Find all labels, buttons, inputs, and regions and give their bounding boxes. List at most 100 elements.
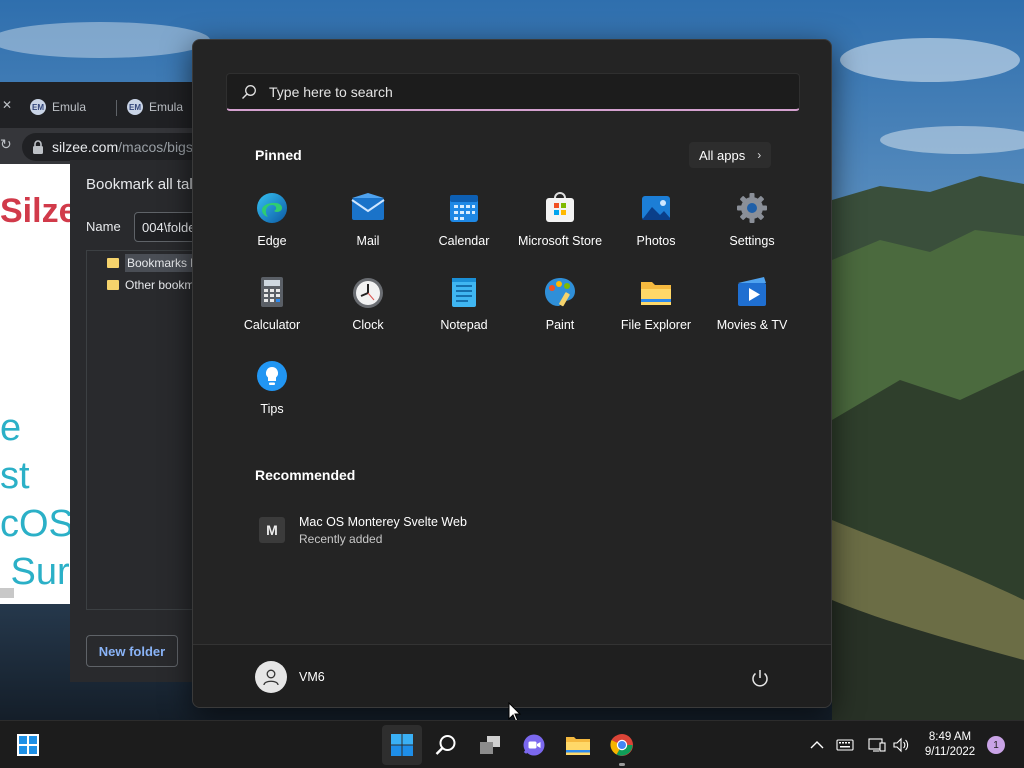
running-indicator — [619, 763, 625, 766]
address-path: /macos/bigs — [118, 139, 193, 155]
all-apps-button[interactable]: All apps › — [689, 142, 772, 168]
tab-title: Emula — [52, 100, 87, 114]
browser-tabstrip: ✕ EM Emula EM Emula — [0, 82, 200, 128]
pinned-app-calculator[interactable]: Calculator — [224, 268, 320, 344]
taskbar-task-view-button[interactable] — [470, 725, 510, 765]
bookmark-all-tabs-dialog: Bookmark all tal Name 004\folde Bookmark… — [70, 160, 216, 682]
start-search-box[interactable] — [226, 73, 800, 111]
app-label: Microsoft Store — [517, 234, 603, 248]
teams-chat-icon — [523, 734, 545, 756]
user-icon — [263, 669, 279, 686]
pinned-app-notepad[interactable]: Notepad — [416, 268, 512, 344]
lock-icon — [33, 140, 43, 154]
browser-tab[interactable]: EM Emula — [127, 96, 183, 118]
pinned-app-file-explorer[interactable]: File Explorer — [608, 268, 704, 344]
windows-logo-icon — [17, 734, 39, 756]
clock-icon — [353, 278, 383, 308]
keyboard-icon — [836, 739, 854, 751]
tips-icon — [257, 361, 287, 391]
pinned-app-tips[interactable]: Tips — [224, 352, 320, 428]
recommended-item-icon: M — [259, 517, 285, 543]
notification-badge[interactable]: 1 — [987, 736, 1005, 754]
pinned-app-microsoft-store[interactable]: Microsoft Store — [512, 184, 608, 260]
taskbar-chat-button[interactable] — [514, 725, 554, 765]
tab-favicon-icon: EM — [127, 99, 143, 115]
pinned-app-clock[interactable]: Clock — [320, 268, 416, 344]
movies-tv-icon — [738, 277, 766, 306]
dialog-title: Bookmark all tal — [86, 176, 193, 193]
taskbar-chrome-button[interactable] — [602, 725, 642, 765]
network-button[interactable] — [867, 735, 887, 755]
app-label: File Explorer — [620, 318, 692, 332]
pinned-app-photos[interactable]: Photos — [608, 184, 704, 260]
horizontal-scrollbar[interactable] — [0, 588, 14, 598]
chrome-icon — [610, 734, 633, 756]
notepad-icon — [452, 278, 476, 307]
taskbar-clock[interactable]: 8:49 AM 9/11/2022 — [918, 730, 982, 760]
chevron-right-icon: › — [757, 148, 762, 162]
pinned-app-paint[interactable]: Paint — [512, 268, 608, 344]
app-label: Clock — [352, 318, 384, 332]
search-input[interactable] — [269, 83, 749, 100]
taskbar-file-explorer-button[interactable] — [558, 725, 598, 765]
app-label: Photos — [636, 234, 676, 248]
avatar — [255, 661, 287, 693]
recommended-item[interactable]: M Mac OS Monterey Svelte Web Recently ad… — [247, 510, 507, 550]
address-bar[interactable]: silzee.com/macos/bigs — [22, 133, 212, 161]
chevron-up-icon — [810, 741, 824, 749]
folder-icon — [107, 280, 119, 290]
mail-icon — [351, 193, 385, 220]
folder-item-other-bookmarks[interactable]: Other bookm — [107, 275, 194, 295]
photos-icon — [642, 196, 670, 220]
app-label: Mail — [356, 234, 380, 248]
browser-tab[interactable]: EM Emula — [30, 96, 86, 118]
tab-favicon-icon: EM — [30, 99, 46, 115]
folder-item-bookmarks-bar[interactable]: Bookmarks l — [107, 253, 196, 273]
folder-label: Bookmarks l — [125, 254, 196, 272]
recommended-item-subtitle: Recently added — [299, 531, 383, 546]
volume-icon — [893, 737, 909, 753]
paint-icon — [545, 278, 575, 307]
reload-icon[interactable]: ↻ — [0, 136, 12, 153]
file-explorer-icon — [566, 737, 590, 755]
address-host: silzee.com — [52, 139, 119, 155]
pinned-heading: Pinned — [255, 147, 302, 163]
tab-close-icon[interactable]: ✕ — [2, 98, 12, 112]
recommended-item-title: Mac OS Monterey Svelte Web — [299, 514, 467, 529]
file-explorer-icon — [641, 282, 671, 305]
recommended-heading: Recommended — [255, 467, 356, 483]
new-folder-button[interactable]: New folder — [86, 635, 178, 667]
taskbar-search-button[interactable] — [426, 725, 466, 765]
folder-icon — [107, 258, 119, 268]
app-label: Calendar — [438, 234, 490, 248]
web-page-content: Silze e st cOS Sur — [0, 164, 70, 604]
show-desktop-button[interactable] — [8, 725, 48, 765]
pinned-app-edge[interactable]: Edge — [224, 184, 320, 260]
app-label: Movies & TV — [716, 318, 788, 332]
volume-button[interactable] — [892, 735, 912, 755]
start-footer: VM6 — [193, 644, 831, 707]
hero-text: e st cOS Sur — [0, 407, 70, 593]
browser-toolbar: silzee.com/macos/bigs — [0, 128, 212, 164]
power-icon[interactable] — [749, 667, 771, 689]
edge-icon — [257, 193, 287, 223]
settings-icon — [737, 193, 767, 223]
tab-separator — [116, 100, 117, 116]
pinned-app-mail[interactable]: Mail — [320, 184, 416, 260]
start-menu: Pinned All apps › Edge Mail — [192, 39, 832, 708]
start-icon — [391, 734, 413, 756]
site-brand: Silze — [0, 192, 70, 230]
pinned-app-movies-tv[interactable]: Movies & TV — [704, 268, 800, 344]
taskbar: 8:49 AM 9/11/2022 1 — [0, 720, 1024, 768]
calculator-icon — [261, 277, 283, 307]
name-label: Name — [86, 219, 121, 234]
pinned-app-calendar[interactable]: Calendar — [416, 184, 512, 260]
app-label: Edge — [257, 234, 287, 248]
input-indicator-button[interactable] — [835, 735, 855, 755]
pinned-app-settings[interactable]: Settings — [704, 184, 800, 260]
show-hidden-icons-button[interactable] — [807, 735, 827, 755]
user-account-button[interactable]: VM6 — [255, 661, 325, 693]
taskbar-start-button[interactable] — [382, 725, 422, 765]
app-label: Calculator — [243, 318, 301, 332]
app-label: Notepad — [440, 318, 488, 332]
